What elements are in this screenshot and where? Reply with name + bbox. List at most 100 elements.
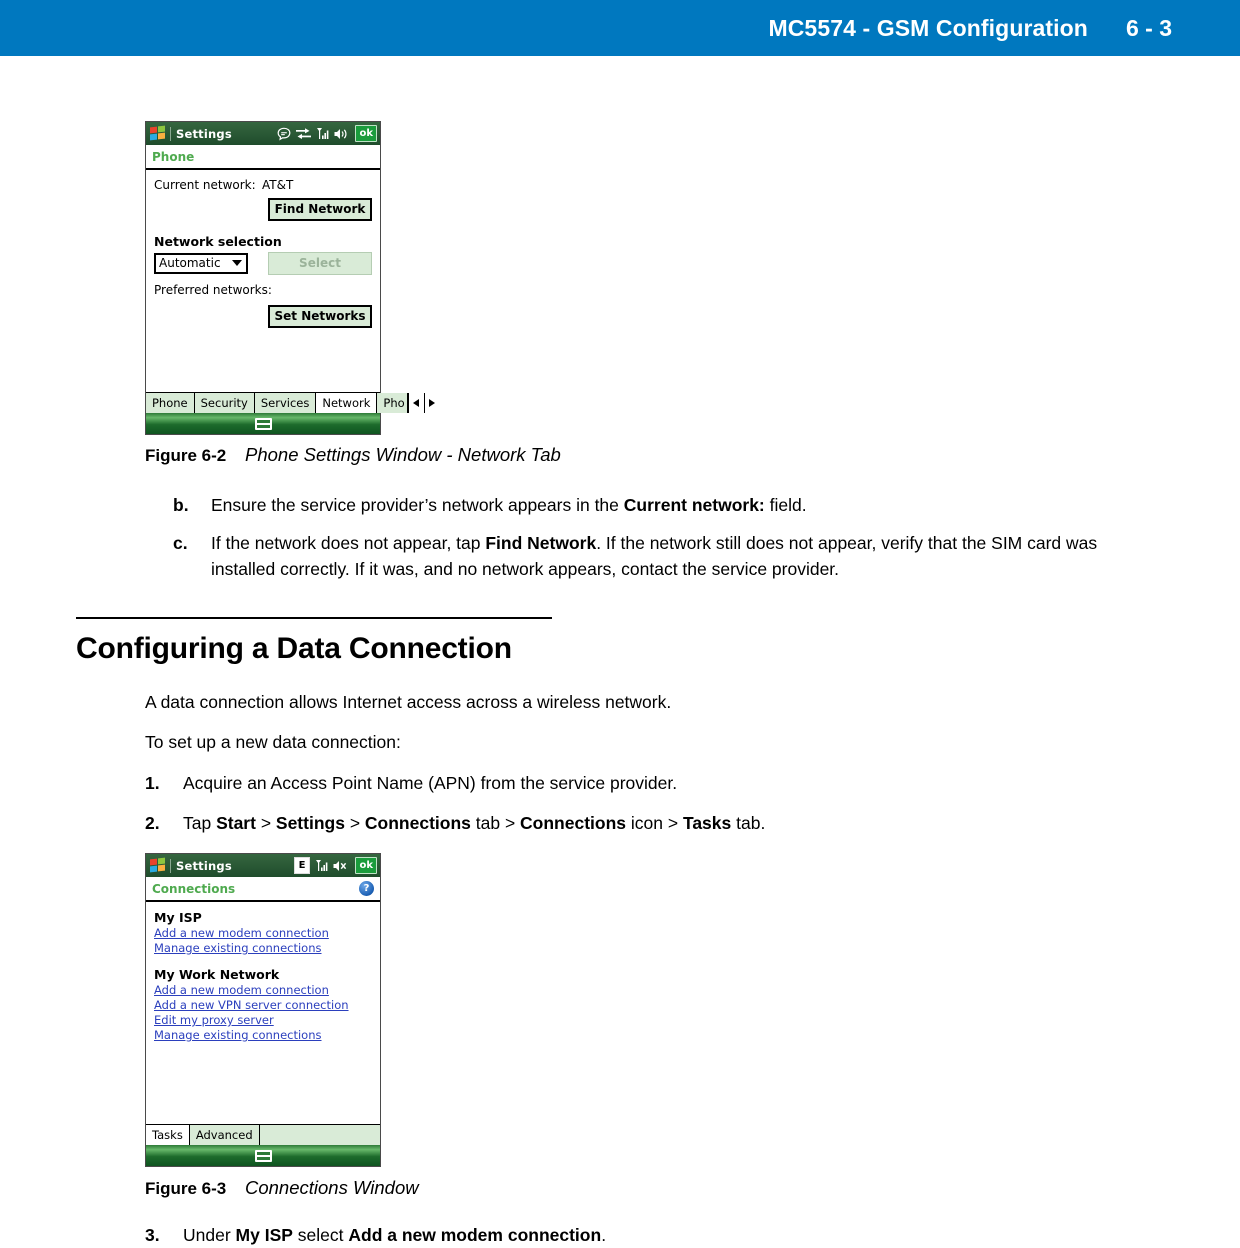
volume-muted-icon[interactable] — [333, 860, 348, 872]
step-3-t3: . — [601, 1225, 607, 1245]
list-marker-2: 2. — [145, 813, 160, 833]
section-divider — [76, 617, 552, 619]
tab-services[interactable]: Services — [254, 393, 317, 413]
titlebar-app-name: Settings — [176, 858, 232, 873]
notification-bubble-icon[interactable] — [277, 127, 291, 141]
soft-input-bar — [146, 413, 380, 434]
titlebar: Settings E ok — [146, 854, 380, 877]
tab-phone-overflow[interactable]: Pho — [377, 393, 408, 413]
find-network-button[interactable]: Find Network — [268, 198, 372, 221]
figure-6-2-device-screenshot: Settings ok Phone Current network: AT&T … — [145, 121, 440, 435]
step-b-text-1: Ensure the service provider’s network ap… — [211, 495, 624, 515]
keyboard-icon[interactable] — [254, 1149, 272, 1162]
tab-advanced[interactable]: Advanced — [189, 1125, 260, 1145]
step-3-t2: select — [292, 1225, 349, 1245]
list-text-3: Under My ISP select Add a new modem conn… — [183, 1222, 1145, 1248]
step-3-b1: My ISP — [235, 1225, 293, 1245]
list-text-c: If the network does not appear, tap Find… — [211, 530, 1163, 582]
signal-bars-icon[interactable] — [315, 859, 328, 872]
current-network-value: AT&T — [262, 178, 294, 192]
windows-logo-icon[interactable] — [149, 125, 166, 141]
windows-logo-icon[interactable] — [149, 857, 166, 873]
list-marker-c: c. — [173, 533, 188, 553]
tab-network[interactable]: Network — [316, 393, 378, 413]
figure-6-3-device-screenshot: Settings E ok Connections ? My ISP Add a… — [145, 853, 381, 1167]
step-2-b5: Tasks — [682, 813, 732, 833]
list-marker-1: 1. — [145, 773, 160, 793]
tab-security[interactable]: Security — [194, 393, 255, 413]
subheader: Connections ? — [146, 877, 380, 902]
network-selection-row: Automatic Select — [154, 252, 372, 275]
group-title-my-isp: My ISP — [154, 910, 202, 925]
list-item-c: c. If the network does not appear, tap F… — [173, 530, 1163, 582]
screen-content: My ISP Add a new modem connection Manage… — [146, 902, 380, 1124]
subheader-title: Connections — [152, 881, 236, 896]
soft-input-bar — [146, 1145, 380, 1166]
set-networks-row: Set Networks — [154, 305, 372, 328]
signal-bars-icon[interactable] — [316, 127, 329, 140]
step-2-t6: tab. — [731, 813, 766, 833]
link-add-new-modem-connection-isp[interactable]: Add a new modem connection — [154, 926, 372, 941]
find-network-row: Find Network — [154, 198, 372, 221]
titlebar: Settings ok — [146, 122, 380, 145]
select-button[interactable]: Select — [268, 252, 372, 275]
section-heading: Configuring a Data Connection — [76, 632, 512, 665]
step-2-b4: Connections — [520, 813, 627, 833]
preferred-networks-label: Preferred networks: — [154, 283, 272, 297]
keyboard-icon[interactable] — [254, 417, 272, 430]
volume-icon[interactable] — [334, 128, 348, 140]
titlebar-app-name: Settings — [176, 126, 232, 141]
step-3-t1: Under — [183, 1225, 236, 1245]
link-edit-my-proxy-server[interactable]: Edit my proxy server — [154, 1013, 372, 1028]
step-c-bold-1: Find Network — [485, 533, 597, 553]
figure-6-3-label: Figure 6-3 — [145, 1179, 227, 1198]
help-icon[interactable]: ? — [359, 881, 374, 896]
link-manage-existing-connections-work[interactable]: Manage existing connections — [154, 1028, 372, 1043]
chevron-down-icon — [232, 260, 242, 266]
tab-scroll-arrows — [407, 393, 440, 413]
tab-bar: Tasks Advanced — [146, 1124, 380, 1145]
screen-content: Current network: AT&T Find Network Netwo… — [146, 170, 380, 392]
set-networks-button[interactable]: Set Networks — [268, 305, 372, 328]
tab-phone[interactable]: Phone — [146, 393, 195, 413]
list-text-2: Tap Start > Settings > Connections tab >… — [183, 810, 1145, 836]
network-selection-dropdown[interactable]: Automatic — [154, 253, 248, 274]
list-item-2: 2. Tap Start > Settings > Connections ta… — [145, 810, 1145, 836]
ok-button[interactable]: ok — [355, 857, 377, 874]
current-network-label: Current network: — [154, 178, 256, 192]
titlebar-divider — [170, 858, 171, 873]
step-3-b2: Add a new modem connection — [348, 1225, 602, 1245]
intro-paragraph-1: A data connection allows Internet access… — [145, 692, 672, 712]
tab-tasks[interactable]: Tasks — [146, 1125, 190, 1145]
link-add-new-vpn-server-connection[interactable]: Add a new VPN server connection — [154, 998, 372, 1013]
intro-paragraph-2: To set up a new data connection: — [145, 732, 401, 752]
connectivity-icon[interactable] — [296, 127, 312, 140]
link-add-new-modem-connection-work[interactable]: Add a new modem connection — [154, 983, 372, 998]
page-number: 6 - 3 — [1125, 14, 1172, 41]
step-2-b2: Settings — [275, 813, 345, 833]
titlebar-divider — [170, 126, 171, 141]
step-2-t4: tab > — [470, 813, 521, 833]
ok-button[interactable]: ok — [355, 125, 377, 142]
subheader-title: Phone — [152, 149, 195, 164]
network-selection-label: Network selection — [154, 234, 282, 249]
step-c-text-1: If the network does not appear, tap — [211, 533, 486, 553]
group-title-my-work-network: My Work Network — [154, 967, 280, 982]
network-selection-value: Automatic — [159, 256, 221, 270]
page-header-banner: MC5574 - GSM Configuration 6 - 3 — [0, 0, 1240, 56]
group-my-isp: My ISP Add a new modem connection Manage… — [154, 910, 372, 956]
step-b-text-2: field. — [764, 495, 807, 515]
step-b-bold-1: Current network: — [623, 495, 765, 515]
list-item-3: 3. Under My ISP select Add a new modem c… — [145, 1222, 1145, 1248]
list-marker-3: 3. — [145, 1225, 160, 1245]
edge-indicator-icon[interactable]: E — [293, 857, 311, 874]
list-text-b: Ensure the service provider’s network ap… — [211, 492, 1183, 518]
tab-scroll-right-button[interactable] — [423, 393, 440, 413]
tab-scroll-left-button[interactable] — [407, 393, 424, 413]
figure-6-3-caption: Figure 6-3 Connections Window — [145, 1177, 419, 1199]
list-text-1: Acquire an Access Point Name (APN) from … — [183, 773, 678, 793]
step-2-t1: Tap — [183, 813, 217, 833]
titlebar-tray: ok — [277, 125, 377, 142]
tab-filler — [259, 1125, 380, 1145]
link-manage-existing-connections-isp[interactable]: Manage existing connections — [154, 941, 372, 956]
